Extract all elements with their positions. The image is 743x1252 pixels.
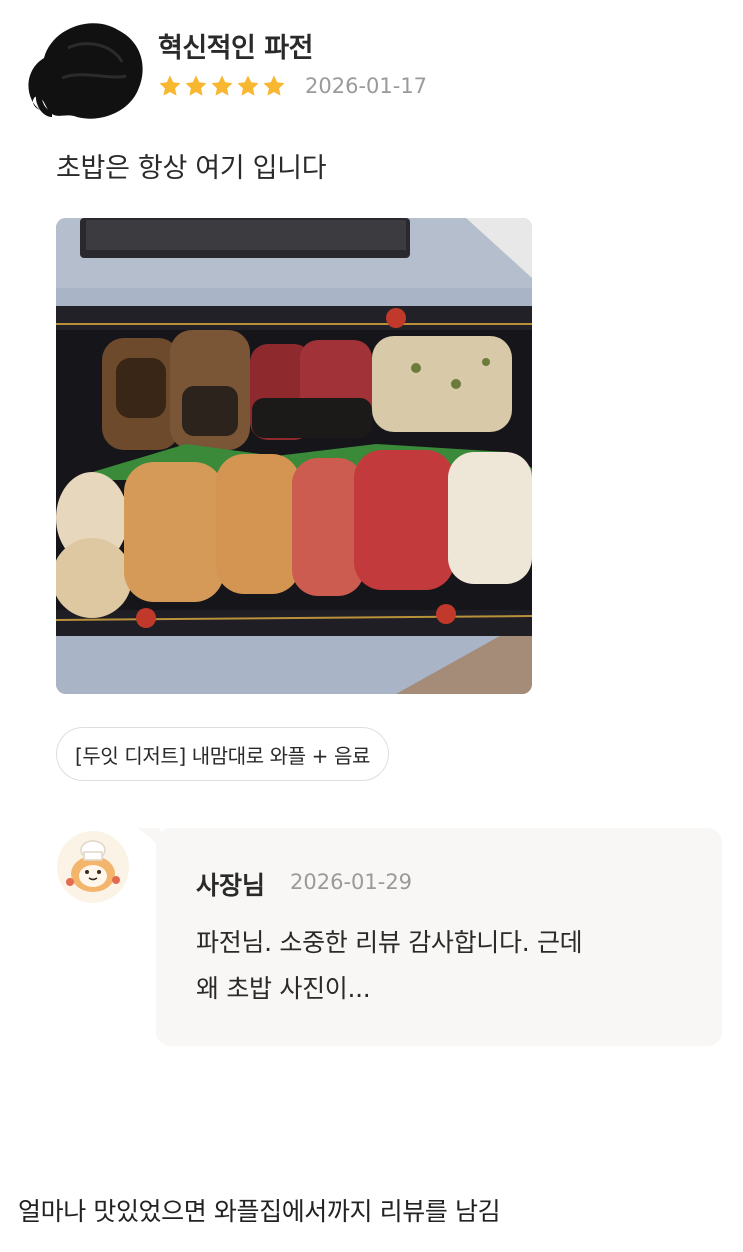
- reply-date: 2026-01-29: [290, 870, 413, 894]
- reply-text-line: 왜 초밥 사진이...: [196, 974, 371, 1003]
- owner-name: 사장님: [196, 871, 266, 900]
- sushi-platter-photo: [56, 218, 532, 694]
- chef-mascot-icon: [57, 831, 129, 903]
- star-icon: [263, 75, 285, 96]
- redacted-avatar: [28, 23, 143, 119]
- menu-item-chip[interactable]: [두잇 디저트] 내맘대로 와플 + 음료: [56, 727, 389, 781]
- review-photo[interactable]: [56, 218, 532, 694]
- reviewer-name[interactable]: 혁신적인 파전: [158, 26, 313, 65]
- star-icon: [211, 75, 233, 96]
- star-icon: [185, 75, 207, 96]
- star-icon: [159, 75, 181, 96]
- rating-stars: [158, 74, 286, 98]
- review-text: 초밥은 항상 여기 입니다: [56, 153, 327, 184]
- reply-text-line: 파전님. 소중한 리뷰 감사합니다. 근데: [196, 928, 583, 957]
- post-caption: 얼마나 맛있었으면 와플집에서까지 리뷰를 남김: [18, 1197, 501, 1226]
- review-date: 2026-01-17: [305, 74, 428, 98]
- reply-text: 파전님. 소중한 리뷰 감사합니다. 근데 왜 초밥 사진이...: [196, 920, 696, 1012]
- star-icon: [237, 75, 259, 96]
